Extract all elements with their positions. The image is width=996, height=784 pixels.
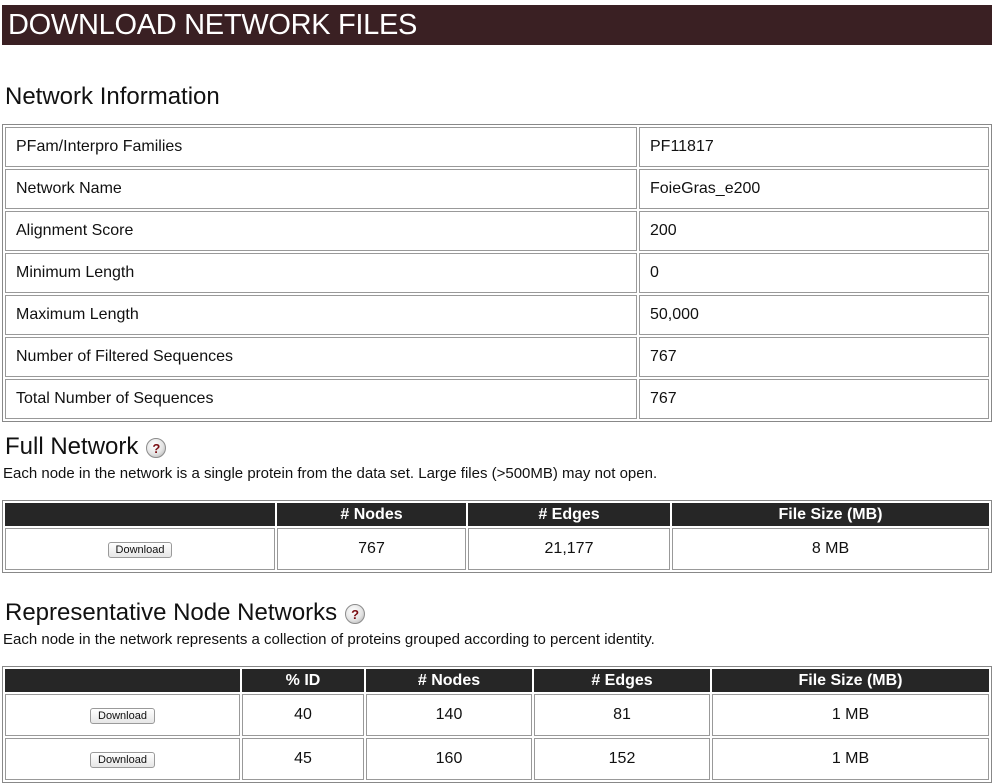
download-cell: Download [5,738,240,780]
column-header: File Size (MB) [712,669,989,692]
download-button[interactable]: Download [90,708,155,724]
info-label: PFam/Interpro Families [5,127,637,167]
info-value: 0 [639,253,989,293]
info-label: Total Number of Sequences [5,379,637,419]
table-row: Alignment Score 200 [5,211,989,251]
edges-cell: 21,177 [468,528,670,570]
size-cell: 1 MB [712,738,989,780]
download-button[interactable]: Download [107,542,173,558]
rep-networks-description: Each node in the network represents a co… [3,631,655,648]
info-value: 200 [639,211,989,251]
table-header-row: % ID # Nodes # Edges File Size (MB) [5,669,989,692]
info-label: Minimum Length [5,253,637,293]
full-network-table: # Nodes # Edges File Size (MB) Download … [2,500,992,573]
column-header: # Nodes [277,503,466,526]
table-row: Maximum Length 50,000 [5,295,989,335]
table-row: Network Name FoieGras_e200 [5,169,989,209]
table-row: Download 45 160 152 1 MB [5,738,989,780]
column-header: # Edges [534,669,710,692]
page-title: DOWNLOAD NETWORK FILES [8,9,418,41]
table-row: Number of Filtered Sequences 767 [5,337,989,377]
download-cell: Download [5,694,240,736]
column-header: # Nodes [366,669,532,692]
info-value: FoieGras_e200 [639,169,989,209]
column-header [5,503,275,526]
rep-networks-table: % ID # Nodes # Edges File Size (MB) Down… [2,666,992,783]
info-label: Number of Filtered Sequences [5,337,637,377]
info-value: 50,000 [639,295,989,335]
edges-cell: 81 [534,694,710,736]
info-value: PF11817 [639,127,989,167]
table-row: Download 767 21,177 8 MB [5,528,989,570]
nodes-cell: 160 [366,738,532,780]
rep-networks-title-text: Representative Node Networks [5,599,338,626]
rep-networks-title: Representative Node Networks? [5,599,366,627]
table-row: PFam/Interpro Families PF11817 [5,127,989,167]
question-mark-icon[interactable]: ? [146,437,167,458]
pid-cell: 40 [242,694,364,736]
download-cell: Download [5,528,275,570]
info-label: Network Name [5,169,637,209]
network-info-table: PFam/Interpro Families PF11817 Network Na… [2,124,992,422]
download-button[interactable]: Download [90,752,155,768]
size-cell: 8 MB [672,528,989,570]
table-header-row: # Nodes # Edges File Size (MB) [5,503,989,526]
info-value: 767 [639,337,989,377]
full-network-title: Full Network? [5,433,167,461]
info-label: Alignment Score [5,211,637,251]
full-network-title-text: Full Network [5,433,139,460]
page-header: DOWNLOAD NETWORK FILES [2,5,992,45]
size-cell: 1 MB [712,694,989,736]
question-mark-icon[interactable]: ? [345,603,366,624]
column-header: File Size (MB) [672,503,989,526]
column-header: # Edges [468,503,670,526]
edges-cell: 152 [534,738,710,780]
pid-cell: 45 [242,738,364,780]
table-row: Total Number of Sequences 767 [5,379,989,419]
full-network-description: Each node in the network is a single pro… [3,465,658,482]
info-value: 767 [639,379,989,419]
column-header: % ID [242,669,364,692]
table-row: Download 40 140 81 1 MB [5,694,989,736]
network-info-title: Network Information [5,83,220,110]
info-label: Maximum Length [5,295,637,335]
table-row: Minimum Length 0 [5,253,989,293]
nodes-cell: 767 [277,528,466,570]
nodes-cell: 140 [366,694,532,736]
column-header [5,669,240,692]
